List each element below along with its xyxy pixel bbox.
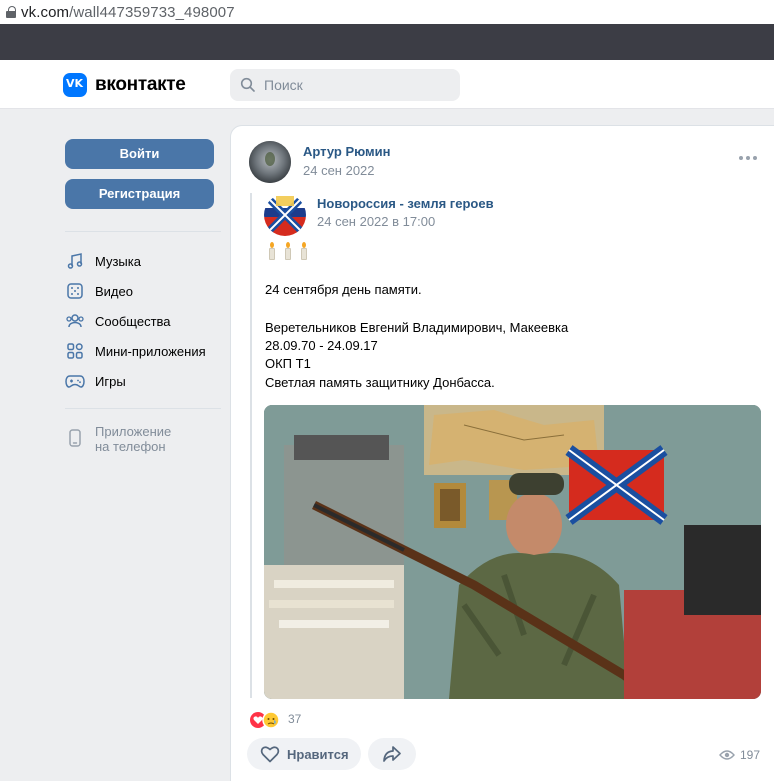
- post-date[interactable]: 24 сен 2022: [303, 163, 375, 178]
- share-button[interactable]: [368, 738, 416, 770]
- candle-icon: [267, 242, 277, 260]
- sidebar-item-mini-apps[interactable]: Мини-приложения: [65, 338, 221, 364]
- heart-icon: [260, 746, 280, 763]
- post-text-line: 24 сентября день памяти.: [265, 282, 422, 297]
- post-photo[interactable]: [264, 405, 761, 699]
- repost-line: [250, 193, 252, 698]
- like-label: Нравится: [287, 746, 349, 762]
- sidebar-item-label: Видео: [95, 283, 133, 299]
- logo-letters: VK: [66, 77, 84, 90]
- lock-icon: [6, 6, 16, 18]
- browser-address-bar[interactable]: vk.com/wall447359733_498007: [0, 0, 774, 24]
- post-text-line: 28.09.70 - 24.09.17: [265, 338, 378, 353]
- music-icon: [65, 251, 85, 271]
- search-input[interactable]: [264, 69, 454, 101]
- views-count: 197: [740, 748, 761, 762]
- candles-emoji: [267, 242, 309, 260]
- sidebar-item-label: Мини-приложения: [95, 343, 206, 359]
- app-label-line-1: Приложение: [95, 424, 172, 439]
- register-button[interactable]: Регистрация: [65, 179, 214, 209]
- address-text[interactable]: vk.com/wall447359733_498007: [21, 4, 235, 21]
- login-button[interactable]: Войти: [65, 139, 214, 169]
- post-text-line: Светлая память защитнику Донбасса.: [265, 375, 495, 390]
- sidebar-item-music[interactable]: Музыка: [65, 248, 221, 274]
- eye-icon: [719, 750, 735, 760]
- communities-icon: [65, 311, 85, 331]
- games-icon: [65, 371, 85, 391]
- post-text-line: Веретельников Евгений Владимирович, Маке…: [265, 320, 569, 335]
- sidebar-item-communities[interactable]: Сообщества: [65, 308, 221, 334]
- sidebar-divider: [65, 408, 221, 409]
- sidebar-item-games[interactable]: Игры: [65, 368, 221, 394]
- post-text-line: ОКП Т1: [265, 356, 311, 371]
- app-label-line-2: на телефон: [95, 439, 166, 454]
- vk-logo-icon[interactable]: VK: [63, 73, 87, 97]
- candle-icon: [283, 242, 293, 260]
- brand-name[interactable]: вконтакте: [95, 74, 186, 96]
- sidebar-item-label: Игры: [95, 373, 126, 389]
- sidebar-item-label: Музыка: [95, 253, 141, 269]
- search-icon: [240, 77, 255, 92]
- url-path: /wall447359733_498007: [69, 3, 235, 21]
- wall-post: Артур Рюмин 24 сен 2022 Новороссия - зем…: [230, 125, 774, 781]
- repost-date[interactable]: 24 сен 2022 в 17:00: [317, 214, 435, 229]
- views-counter: 197: [719, 748, 760, 762]
- site-header: VK вконтакте: [0, 60, 774, 109]
- reactions-count[interactable]: 37: [288, 712, 301, 726]
- more-options-icon[interactable]: [739, 156, 757, 162]
- phone-icon: [65, 428, 85, 448]
- sidebar-item-label: Сообщества: [95, 313, 171, 329]
- url-host: vk.com: [21, 3, 70, 21]
- post-author[interactable]: Артур Рюмин: [303, 144, 391, 159]
- candle-icon: [299, 242, 309, 260]
- video-icon: [65, 281, 85, 301]
- share-icon: [383, 746, 401, 762]
- like-button[interactable]: Нравится: [247, 738, 361, 770]
- mini-apps-icon: [65, 341, 85, 361]
- sidebar-item-mobile-app[interactable]: Приложение на телефон: [65, 424, 221, 454]
- reactions-icons[interactable]: [249, 711, 283, 729]
- sidebar-divider: [65, 231, 221, 232]
- group-name[interactable]: Новороссия - земля героев: [317, 196, 494, 211]
- search-box[interactable]: [230, 69, 460, 101]
- browser-toolbar: [0, 24, 774, 60]
- group-avatar[interactable]: [264, 194, 306, 236]
- sidebar-item-label: Приложение на телефон: [95, 424, 205, 454]
- author-avatar[interactable]: [249, 141, 291, 183]
- sidebar-item-video[interactable]: Видео: [65, 278, 221, 304]
